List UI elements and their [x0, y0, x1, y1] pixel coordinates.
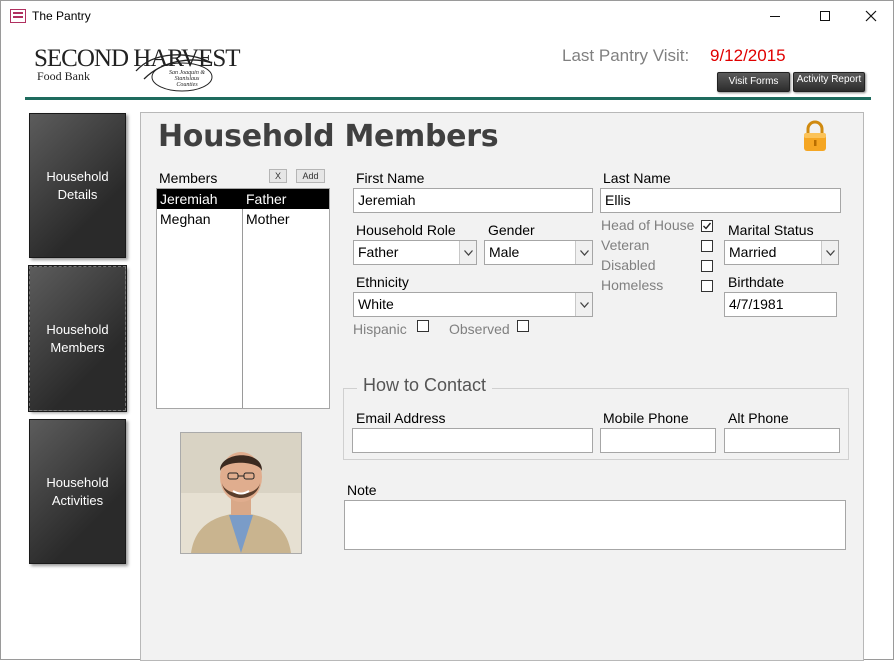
member-role: Mother	[246, 211, 290, 227]
homeless-checkbox[interactable]	[701, 280, 713, 292]
minimize-icon	[770, 15, 780, 17]
gender-select[interactable]: Male	[484, 240, 593, 265]
head-of-house-label: Head of House	[601, 217, 695, 233]
note-field[interactable]	[344, 500, 846, 550]
mobile-phone-label: Mobile Phone	[603, 410, 689, 426]
veteran-checkbox[interactable]	[701, 240, 713, 252]
observed-checkbox[interactable]	[517, 320, 529, 332]
email-label: Email Address	[356, 410, 446, 426]
activity-report-button[interactable]: Activity Report	[793, 72, 865, 92]
ethnicity-dropdown-button[interactable]	[575, 293, 592, 316]
member-name: Jeremiah	[160, 191, 218, 207]
remove-member-button[interactable]: X	[269, 169, 287, 183]
marital-status-dropdown-button[interactable]	[821, 241, 838, 264]
member-role: Father	[246, 191, 287, 207]
member-portrait-image	[181, 433, 301, 553]
first-name-label: First Name	[356, 170, 425, 186]
close-icon	[865, 10, 877, 22]
page-title: Household Members	[158, 119, 499, 154]
marital-status-select[interactable]: Married	[724, 240, 839, 265]
disabled-label: Disabled	[601, 257, 656, 273]
gender-label: Gender	[488, 222, 535, 238]
checkmark-icon	[703, 222, 712, 230]
minimize-button[interactable]	[752, 1, 798, 31]
member-name: Meghan	[160, 211, 211, 227]
chevron-down-icon	[825, 249, 835, 256]
member-photo	[180, 432, 302, 554]
members-label: Members	[159, 170, 218, 186]
visit-forms-button[interactable]: Visit Forms	[717, 72, 790, 92]
head-of-house-checkbox[interactable]	[701, 220, 713, 232]
ethnicity-value: White	[358, 296, 394, 312]
hispanic-label: Hispanic	[353, 321, 407, 337]
alt-phone-field[interactable]	[724, 428, 840, 453]
veteran-label: Veteran	[601, 237, 650, 253]
list-item[interactable]: Meghan Mother	[157, 209, 329, 229]
lock-icon[interactable]	[802, 120, 828, 152]
marital-status-value: Married	[729, 244, 777, 260]
add-member-button[interactable]: Add	[296, 169, 325, 183]
marital-status-label: Marital Status	[728, 222, 814, 238]
sidebar-item-household-members[interactable]: Household Members	[28, 265, 127, 412]
last-visit-label: Last Pantry Visit:	[562, 46, 690, 65]
last-name-field[interactable]: Ellis	[600, 188, 841, 213]
sidebar-item-household-activities[interactable]: Household Activities	[29, 419, 126, 564]
first-name-field[interactable]: Jeremiah	[353, 188, 593, 213]
logo-sub-text: Food Bank	[37, 69, 91, 83]
members-list[interactable]: Jeremiah Father Meghan Mother	[156, 188, 330, 409]
close-button[interactable]	[848, 1, 894, 31]
chevron-down-icon	[579, 301, 589, 308]
contact-section-title: How to Contact	[357, 375, 493, 396]
maximize-button[interactable]	[802, 1, 848, 31]
app-header: SECOND HARVEST Food Bank San Joaquin & S…	[1, 32, 893, 100]
hispanic-checkbox[interactable]	[417, 320, 429, 332]
last-name-label: Last Name	[603, 170, 671, 186]
homeless-label: Homeless	[601, 277, 664, 293]
gender-dropdown-button[interactable]	[575, 241, 592, 264]
household-role-value: Father	[358, 244, 399, 260]
household-members-panel: Household Members Members X Add Jeremiah…	[140, 112, 864, 661]
mobile-phone-field[interactable]	[600, 428, 716, 453]
chevron-down-icon	[463, 249, 473, 256]
window-title: The Pantry	[32, 9, 91, 23]
chevron-down-icon	[579, 249, 589, 256]
second-harvest-logo: SECOND HARVEST Food Bank San Joaquin & S…	[34, 45, 241, 93]
ethnicity-label: Ethnicity	[356, 274, 409, 290]
list-item[interactable]: Jeremiah Father	[157, 189, 329, 209]
gender-value: Male	[489, 244, 520, 260]
form-app-icon	[10, 9, 26, 23]
note-label: Note	[347, 482, 377, 498]
ethnicity-select[interactable]: White	[353, 292, 593, 317]
app-window: The Pantry SECOND HARVEST Food Bank San …	[0, 0, 894, 661]
disabled-checkbox[interactable]	[701, 260, 713, 272]
maximize-icon	[820, 11, 830, 21]
observed-label: Observed	[449, 321, 510, 337]
household-role-dropdown-button[interactable]	[459, 241, 476, 264]
birthdate-label: Birthdate	[728, 274, 785, 290]
household-role-label: Household Role	[356, 222, 456, 238]
birthdate-field[interactable]: 4/7/1981	[724, 292, 837, 317]
household-role-select[interactable]: Father	[353, 240, 477, 265]
alt-phone-label: Alt Phone	[728, 410, 789, 426]
header-divider	[25, 97, 871, 100]
logo-swoosh-icon	[135, 54, 213, 92]
sidebar-item-household-details[interactable]: Household Details	[29, 113, 126, 258]
title-bar: The Pantry	[1, 1, 893, 32]
email-field[interactable]	[352, 428, 593, 453]
last-visit-date: 9/12/2015	[710, 46, 786, 65]
